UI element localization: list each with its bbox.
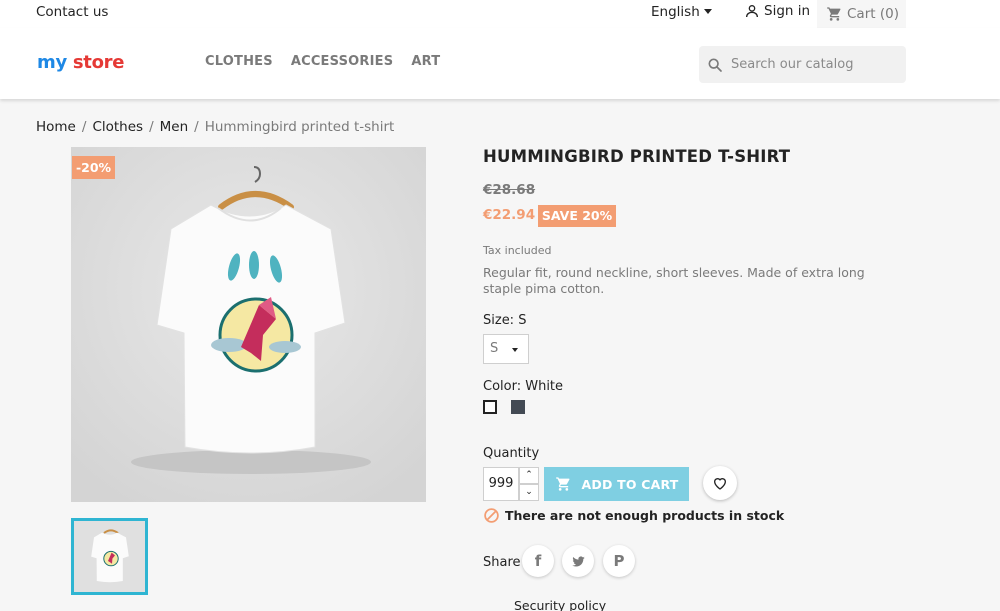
quantity-input[interactable]: 999 xyxy=(483,467,519,501)
product-image[interactable] xyxy=(71,147,426,502)
twitter-icon xyxy=(571,555,585,567)
tax-label: Tax included xyxy=(483,244,552,257)
stock-message-text: There are not enough products in stock xyxy=(505,508,785,523)
save-badge: SAVE 20% xyxy=(538,205,616,227)
color-label: Color: White xyxy=(483,379,564,394)
thumbnail-image xyxy=(74,521,145,592)
search-input[interactable] xyxy=(731,57,901,72)
breadcrumb-home[interactable]: Home xyxy=(36,119,76,135)
product-thumbnail[interactable] xyxy=(71,518,148,595)
top-bar: Contact us English Sign in Cart (0) xyxy=(0,0,1000,28)
header: my store CLOTHES ACCESSORIES ART xyxy=(0,28,1000,99)
chevron-up-icon: ⌃ xyxy=(525,470,533,480)
quantity-increase-button[interactable]: ⌃ xyxy=(519,467,539,484)
product-description: Regular fit, round neckline, short sleev… xyxy=(483,265,865,296)
share-facebook-button[interactable]: f xyxy=(522,545,554,577)
breadcrumb-clothes[interactable]: Clothes xyxy=(92,119,143,135)
discount-flag: -20% xyxy=(72,156,115,179)
add-to-cart-label: ADD TO CART xyxy=(581,476,679,492)
sign-in-link[interactable]: Sign in xyxy=(744,3,810,19)
breadcrumb-current: Hummingbird printed t-shirt xyxy=(204,119,395,135)
regular-price: €28.68 xyxy=(483,182,536,198)
breadcrumb-separator: / xyxy=(194,119,199,135)
share-pinterest-button[interactable]: P xyxy=(603,545,635,577)
breadcrumb-separator: / xyxy=(81,119,87,135)
logo-my: my xyxy=(37,52,67,73)
current-price: €22.94 xyxy=(483,207,536,223)
nav-item-art[interactable]: ART xyxy=(411,54,440,69)
breadcrumb-separator: / xyxy=(149,119,154,135)
size-label: Size: S xyxy=(483,313,527,328)
share-label: Share xyxy=(483,555,521,570)
quantity-label: Quantity xyxy=(483,446,540,461)
cart-link[interactable]: Cart (0) xyxy=(817,0,906,28)
tshirt-image xyxy=(71,147,426,502)
size-select[interactable]: S xyxy=(483,334,529,364)
contact-us-link[interactable]: Contact us xyxy=(36,4,108,20)
stock-message: There are not enough products in stock xyxy=(483,507,784,524)
logo-store: store xyxy=(72,52,125,73)
color-swatch-white[interactable] xyxy=(483,400,497,414)
sign-in-label: Sign in xyxy=(764,3,811,19)
wishlist-button[interactable] xyxy=(703,466,737,500)
color-swatch-grey[interactable] xyxy=(511,400,525,414)
heart-icon xyxy=(713,478,727,490)
facebook-icon: f xyxy=(534,552,542,570)
quantity-decrease-button[interactable]: ⌄ xyxy=(519,484,539,501)
language-selector[interactable]: English xyxy=(651,4,712,20)
caret-down-icon xyxy=(703,9,712,14)
cart-icon xyxy=(555,477,569,491)
add-to-cart-button[interactable]: ADD TO CART xyxy=(544,467,689,501)
caret-down-icon xyxy=(512,348,518,352)
main-nav: CLOTHES ACCESSORIES ART xyxy=(205,54,458,69)
language-label: English xyxy=(651,4,700,20)
block-icon xyxy=(484,508,499,523)
breadcrumb: Home / Clothes / Men / Hummingbird printed t-s… xyxy=(36,119,394,135)
chevron-down-icon: ⌄ xyxy=(525,487,533,497)
user-icon xyxy=(746,4,758,18)
breadcrumb-men[interactable]: Men xyxy=(160,119,189,135)
search-icon[interactable] xyxy=(707,57,723,73)
cart-icon xyxy=(827,7,841,21)
product-title: HUMMINGBIRD PRINTED T-SHIRT xyxy=(483,147,791,166)
store-logo[interactable]: my store xyxy=(37,52,124,73)
search-box xyxy=(699,46,906,83)
cart-label: Cart (0) xyxy=(847,6,899,22)
nav-item-clothes[interactable]: CLOTHES xyxy=(205,54,273,69)
share-twitter-button[interactable] xyxy=(562,545,594,577)
security-policy[interactable]: Security policy xyxy=(514,598,606,611)
pinterest-icon: P xyxy=(613,552,625,570)
size-select-value: S xyxy=(490,341,499,356)
nav-item-accessories[interactable]: ACCESSORIES xyxy=(291,54,394,69)
